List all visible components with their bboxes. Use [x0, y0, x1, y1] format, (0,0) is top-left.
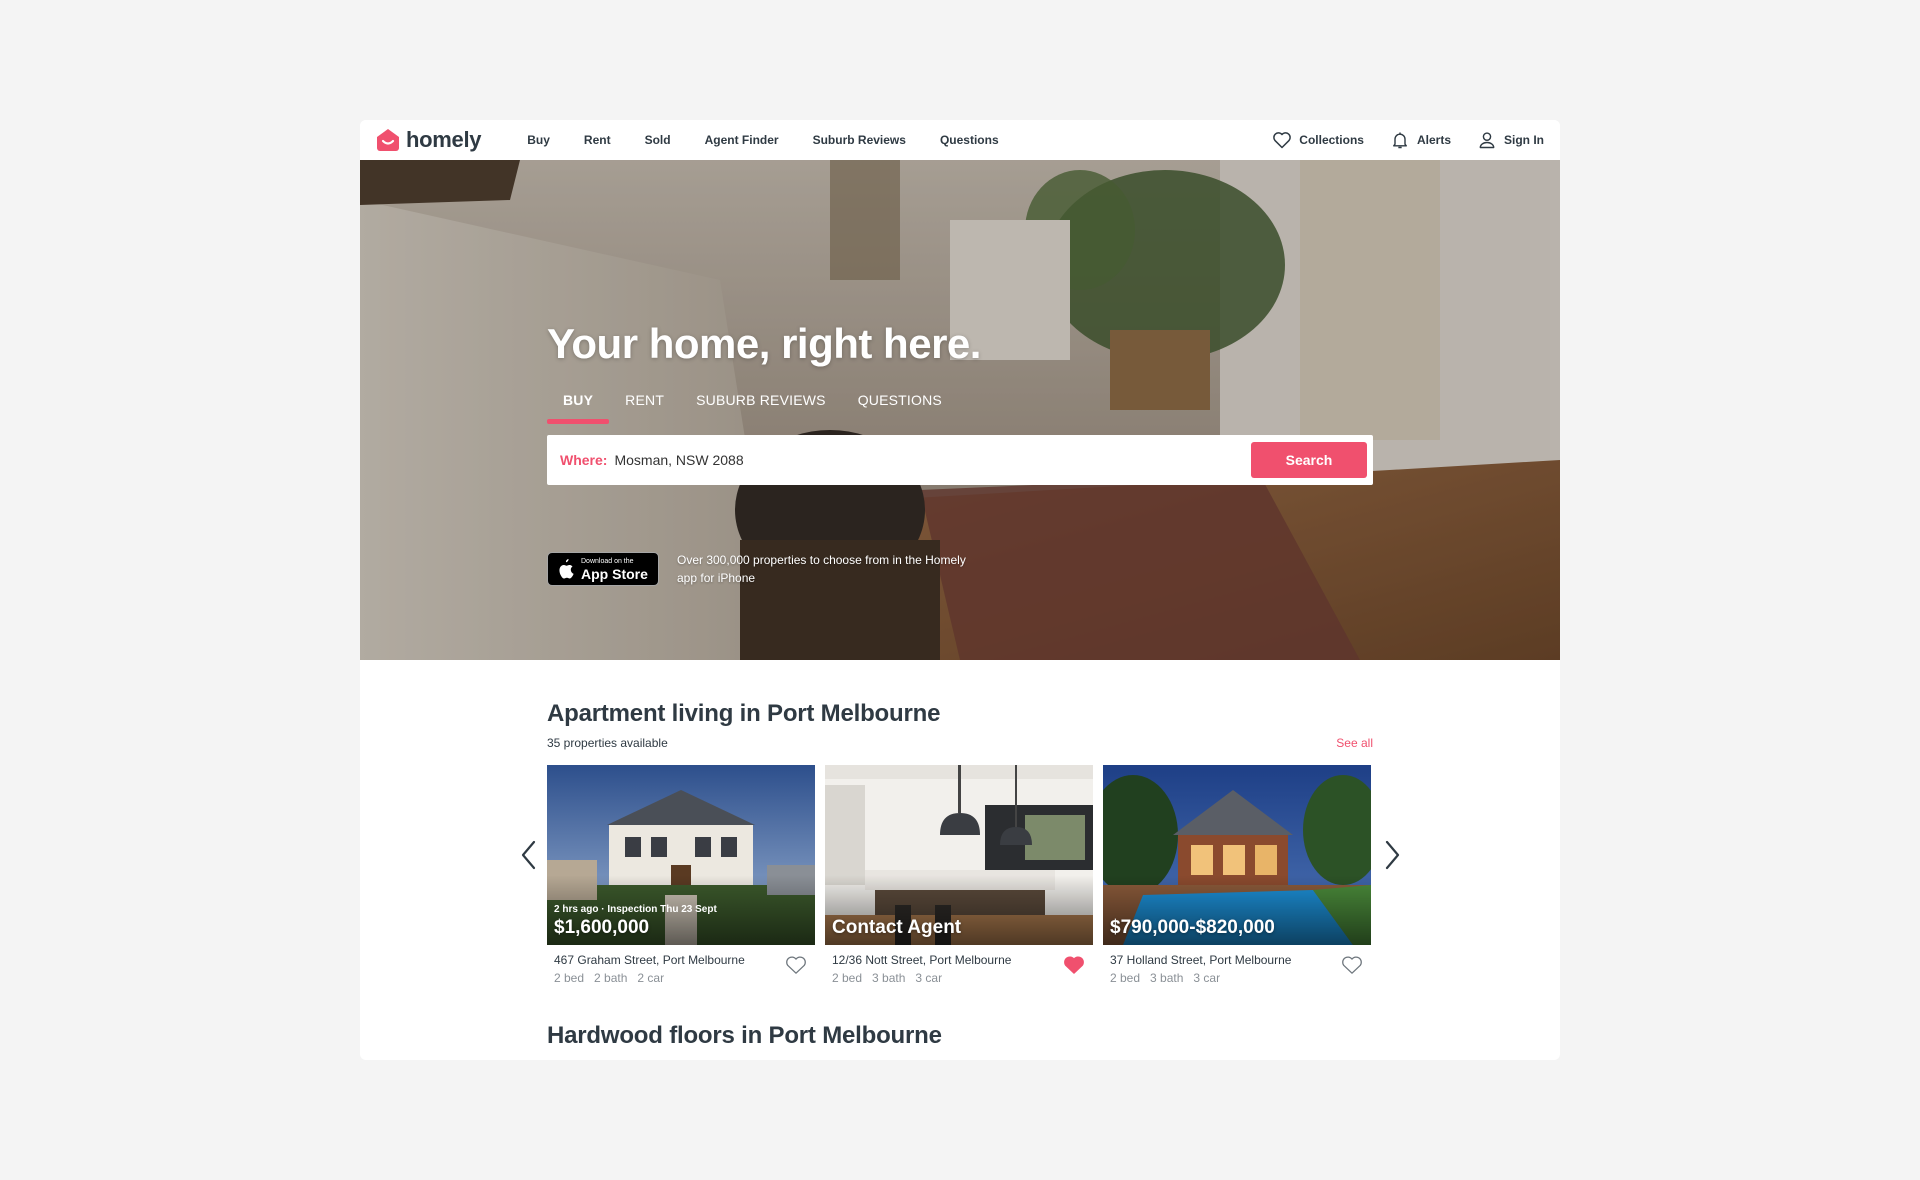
search-button[interactable]: Search	[1251, 442, 1367, 478]
listing-photo[interactable]: Contact Agent	[825, 765, 1093, 945]
favorite-heart-icon[interactable]	[785, 955, 807, 975]
listing-info: 12/36 Nott Street, Port Melbourne 2 bed …	[825, 945, 1093, 989]
properties-count: 35 properties available	[547, 736, 668, 750]
car-count: 2 car	[637, 971, 665, 985]
see-all-link[interactable]: See all	[1335, 736, 1373, 750]
nav-link-rent[interactable]: Rent	[567, 133, 628, 147]
logo-wordmark: homely	[406, 127, 482, 152]
listing-features: 2 bed 2 bath 2 car	[554, 971, 808, 985]
hero-banner: Your home, right here. BUY RENT SUBURB R…	[360, 160, 1560, 660]
location-search-input[interactable]	[614, 452, 1251, 468]
tab-buy[interactable]: BUY	[547, 392, 610, 424]
app-store-small-label: Download on the	[581, 557, 634, 565]
listing-price: $790,000-$820,000	[1110, 917, 1275, 938]
carousel-prev-arrow-icon[interactable]	[518, 838, 540, 872]
bath-count: 2 bath	[594, 971, 628, 985]
listing-address: 467 Graham Street, Port Melbourne	[554, 953, 745, 967]
listing-price: Contact Agent	[832, 917, 962, 938]
bath-count: 3 bath	[1150, 971, 1184, 985]
bed-count: 2 bed	[832, 971, 863, 985]
listing-info: 467 Graham Street, Port Melbourne 2 bed …	[547, 945, 815, 989]
nav-link-questions[interactable]: Questions	[923, 133, 1016, 147]
app-store-big-label: App Store	[581, 565, 648, 582]
collections-link[interactable]: Collections	[1272, 130, 1364, 150]
listing-meta: 2 hrs ago · Inspection Thu 23 Sept	[554, 904, 717, 915]
where-label: Where:	[560, 452, 608, 468]
bed-count: 2 bed	[1110, 971, 1141, 985]
favorite-heart-filled-icon[interactable]	[1063, 955, 1085, 975]
user-icon	[1479, 132, 1495, 149]
nav-link-suburb-reviews[interactable]: Suburb Reviews	[796, 133, 923, 147]
nav-link-buy[interactable]: Buy	[517, 133, 567, 147]
app-store-badge[interactable]: Download on the App Store	[547, 552, 659, 586]
alerts-link[interactable]: Alerts	[1390, 130, 1451, 150]
tab-rent[interactable]: RENT	[609, 392, 680, 418]
listing-address: 12/36 Nott Street, Port Melbourne	[832, 953, 1012, 967]
bath-count: 3 bath	[872, 971, 906, 985]
page-frame: homely Buy Rent Sold Agent Finder Suburb…	[360, 120, 1560, 1060]
car-count: 3 car	[1193, 971, 1221, 985]
nav-link-sold[interactable]: Sold	[628, 133, 688, 147]
location-search-box: Where: Search	[547, 435, 1373, 485]
bell-icon	[1393, 132, 1407, 149]
tab-suburb-reviews[interactable]: SUBURB REVIEWS	[680, 392, 842, 418]
homely-logo[interactable]: homely	[376, 127, 482, 153]
listing-photo[interactable]: 2 hrs ago · Inspection Thu 23 Sept $1,60…	[547, 765, 815, 945]
listing-address: 37 Holland Street, Port Melbourne	[1110, 953, 1292, 967]
car-count: 3 car	[915, 971, 943, 985]
app-promo-text: Over 300,000 properties to choose from i…	[677, 553, 966, 585]
listing-card[interactable]: $790,000-$820,000 37 Holland Street, Por…	[1103, 765, 1371, 989]
listing-photo[interactable]: $790,000-$820,000	[1103, 765, 1371, 945]
listing-carousel: 2 hrs ago · Inspection Thu 23 Sept $1,60…	[547, 765, 1371, 989]
section-title-hardwood-floors: Hardwood floors in Port Melbourne	[547, 1022, 942, 1049]
collections-label: Collections	[1299, 133, 1364, 147]
listing-price: $1,600,000	[554, 917, 650, 938]
listing-card[interactable]: 2 hrs ago · Inspection Thu 23 Sept $1,60…	[547, 765, 815, 989]
search-tabs: BUY RENT SUBURB REVIEWS QUESTIONS	[547, 392, 958, 424]
listing-features: 2 bed 3 bath 3 car	[1110, 971, 1364, 985]
listing-info: 37 Holland Street, Port Melbourne 2 bed …	[1103, 945, 1371, 989]
nav-link-agent-finder[interactable]: Agent Finder	[688, 133, 796, 147]
carousel-next-arrow-icon[interactable]	[1381, 838, 1403, 872]
app-store-text: Download on the App Store	[581, 558, 648, 581]
app-promo: Download on the App Store Over 300,000 p…	[547, 551, 967, 587]
top-nav: homely Buy Rent Sold Agent Finder Suburb…	[360, 120, 1560, 160]
tab-questions[interactable]: QUESTIONS	[842, 392, 958, 418]
listing-features: 2 bed 3 bath 3 car	[832, 971, 1086, 985]
sign-in-label: Sign In	[1504, 133, 1544, 147]
heart-icon	[1273, 132, 1292, 149]
section-title-apartment-living: Apartment living in Port Melbourne	[547, 700, 941, 727]
hero-title: Your home, right here.	[547, 320, 981, 367]
favorite-heart-icon[interactable]	[1341, 955, 1363, 975]
bed-count: 2 bed	[554, 971, 585, 985]
main-nav-links: Buy Rent Sold Agent Finder Suburb Review…	[517, 133, 1015, 147]
alerts-label: Alerts	[1416, 133, 1451, 147]
house-logo-icon	[377, 129, 399, 151]
listing-card[interactable]: Contact Agent 12/36 Nott Street, Port Me…	[825, 765, 1093, 989]
apple-icon	[559, 559, 574, 579]
sign-in-link[interactable]: Sign In	[1477, 130, 1544, 150]
nav-actions: Collections Alerts Sign In	[1272, 130, 1544, 150]
